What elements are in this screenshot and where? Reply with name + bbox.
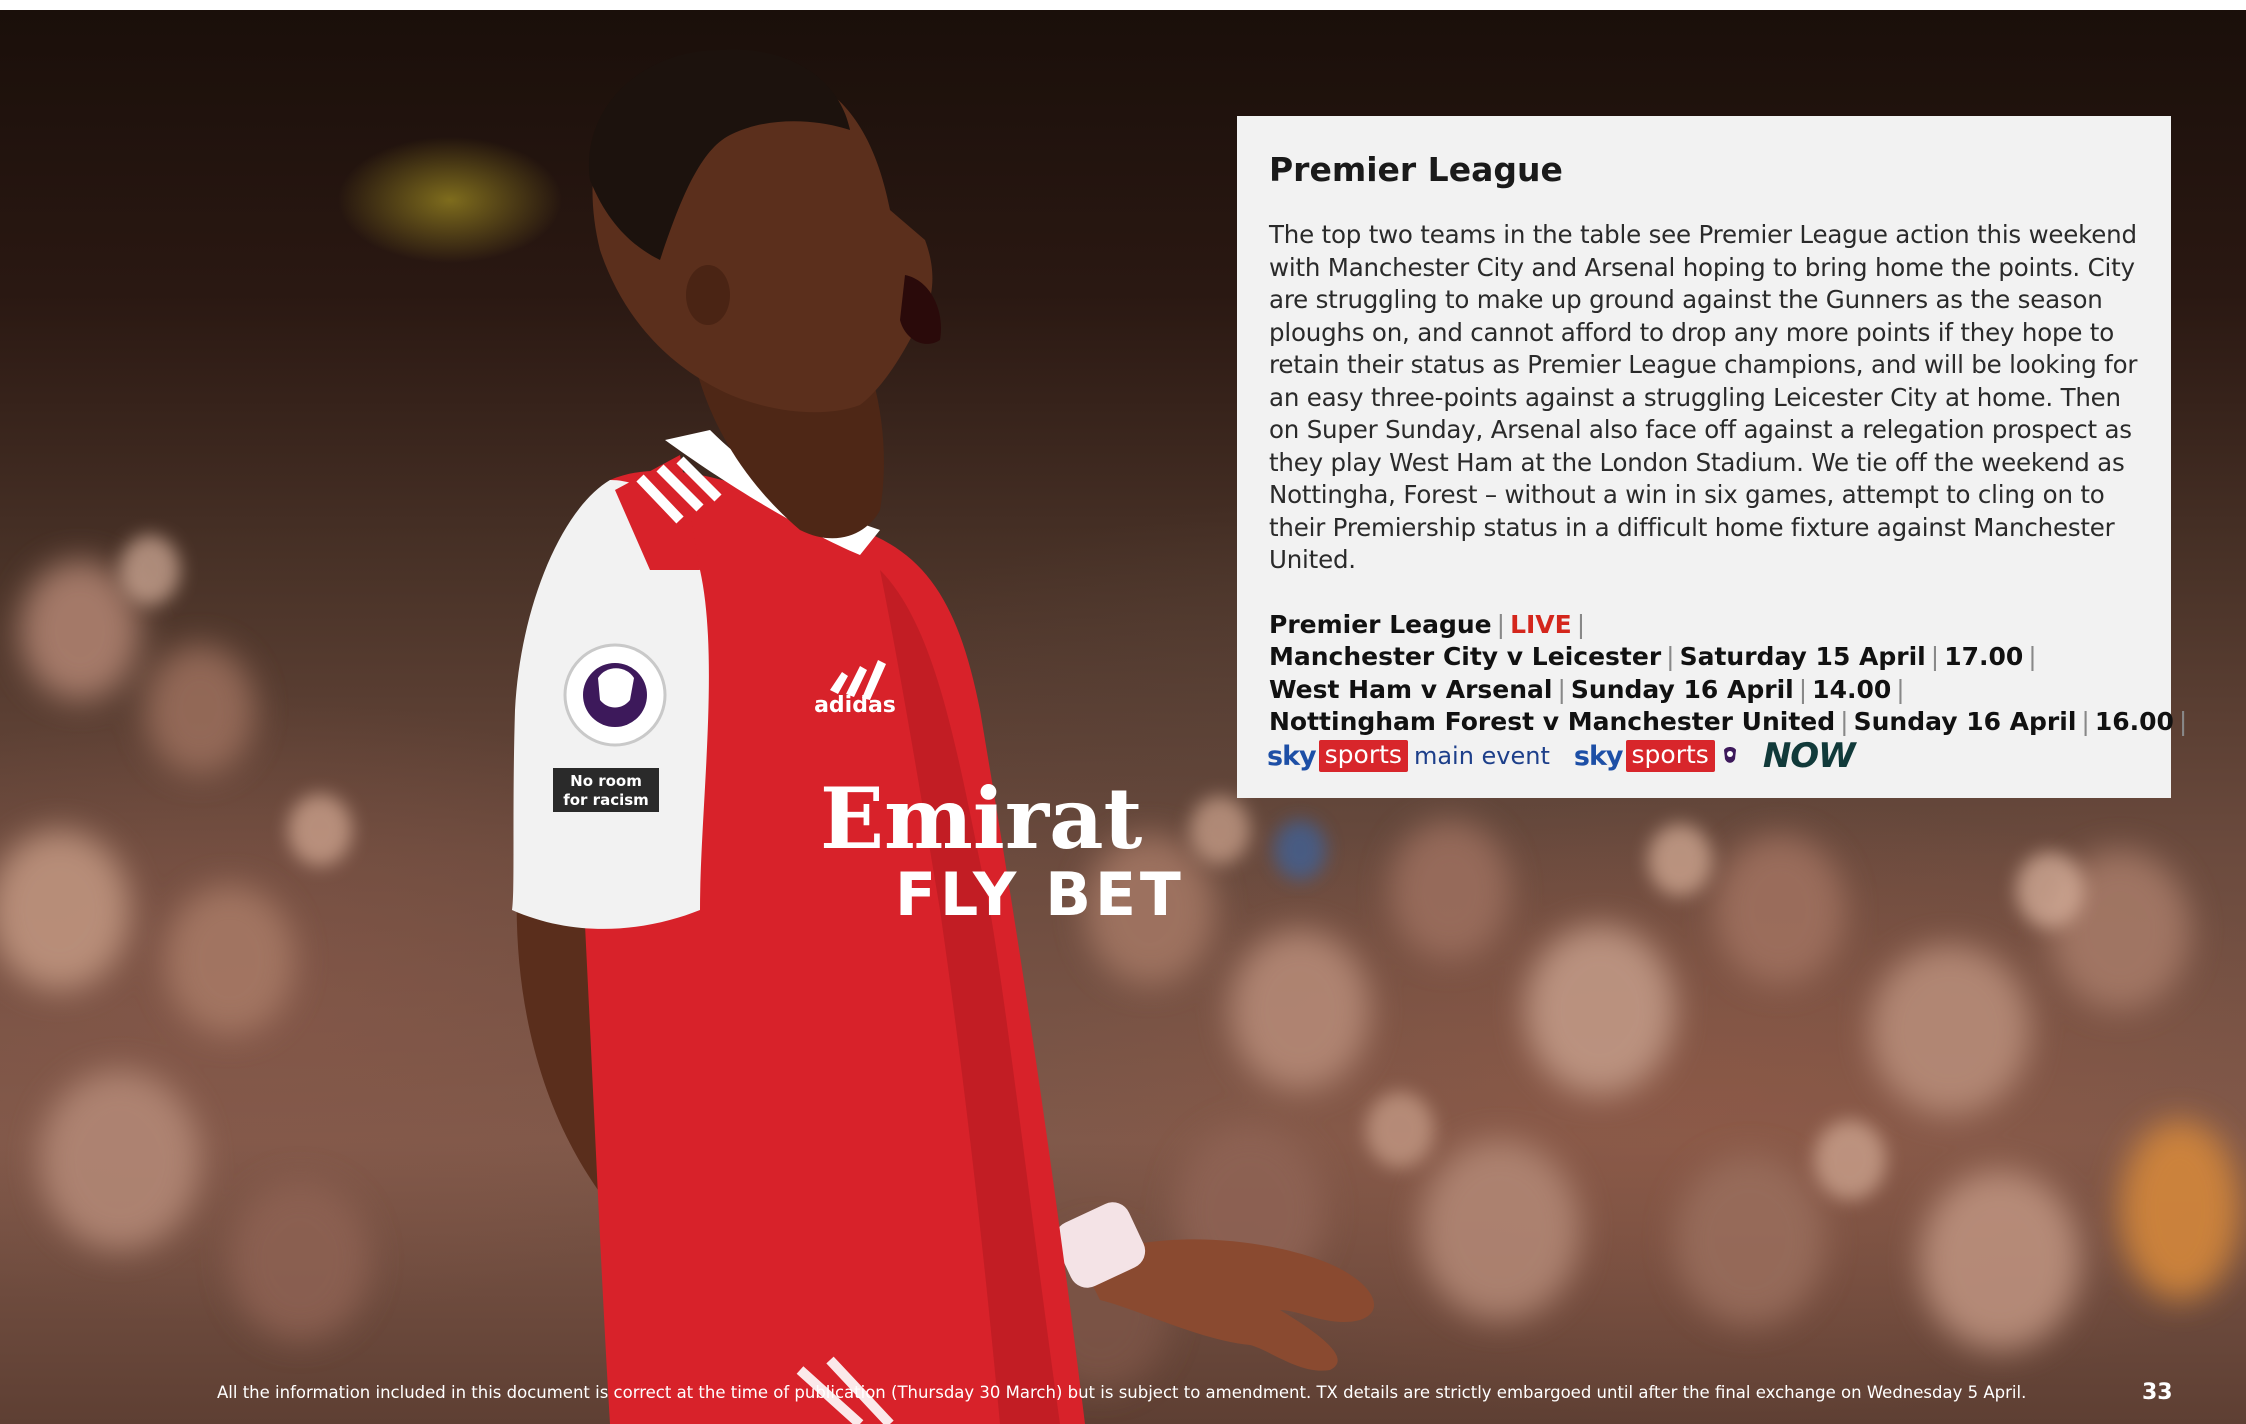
now-logo: NOW (1762, 736, 1856, 776)
sports-wordmark: sports (1318, 740, 1408, 772)
separator: | (1576, 609, 1586, 639)
fixture-date: Saturday 15 April (1679, 642, 1926, 671)
disclaimer-note: All the information included in this doc… (217, 1383, 2027, 1402)
svg-text:No room: No room (570, 772, 642, 790)
fixture-date: Sunday 16 April (1853, 707, 2077, 736)
fixture-row: Manchester City v Leicester | Saturday 15 … (1269, 642, 2037, 671)
fixture-time: 16.00 (2094, 707, 2174, 736)
broadcast-schedule: Premier League | LIVE | Manchester City v L… (1269, 609, 2188, 739)
sky-sports-premier-league-logo: sky sports (1574, 740, 1739, 772)
sports-wordmark: sports (1625, 740, 1715, 772)
sky-sports-main-event-logo: sky sports main event (1267, 740, 1550, 772)
panel-title: Premier League (1269, 150, 1563, 189)
sponsor-line-1: Emirat (820, 769, 1143, 868)
competition-label: Premier League (1269, 609, 1492, 639)
fixture-time: 17.00 (1944, 642, 2024, 671)
live-label: LIVE (1510, 609, 1572, 639)
info-panel: Premier League The top two teams in the … (1237, 116, 2188, 798)
schedule-header: Premier League | LIVE | (1269, 609, 2139, 642)
channel-logos: sky sports main event sky sports NOW (1267, 736, 1879, 776)
fixture-row: Nottingham Forest v Manchester United | Su… (1269, 707, 2188, 736)
fixture-row: West Ham v Arsenal | Sunday 16 April | 14.00… (1269, 674, 1905, 704)
fixture-time: 14.00 (1812, 674, 1892, 704)
main-event-wordmark: main event (1413, 742, 1550, 770)
panel-body: The top two teams in the table see Premi… (1269, 220, 2138, 574)
premier-league-lion-icon (1723, 747, 1736, 763)
svg-text:for racism: for racism (563, 791, 649, 809)
now-wordmark: NOW (1762, 736, 1856, 776)
page: No room for racism adidas Emirat FLY BET… (0, 10, 2246, 1424)
fixture-match: Manchester City v Leicester (1269, 642, 1662, 671)
fixture-match: Nottingham Forest v Manchester United (1269, 707, 1836, 736)
fixture-match: West Ham v Arsenal (1269, 674, 1553, 704)
separator: | (1496, 609, 1506, 639)
sponsor-line-2: FLY BET (895, 860, 1185, 930)
page-number: 33 (2142, 1380, 2173, 1405)
sky-wordmark: sky (1267, 740, 1317, 772)
sky-wordmark: sky (1573, 740, 1624, 772)
kit-brand-text: adidas (814, 693, 896, 718)
fixture-date: Sunday 16 April (1570, 674, 1794, 704)
